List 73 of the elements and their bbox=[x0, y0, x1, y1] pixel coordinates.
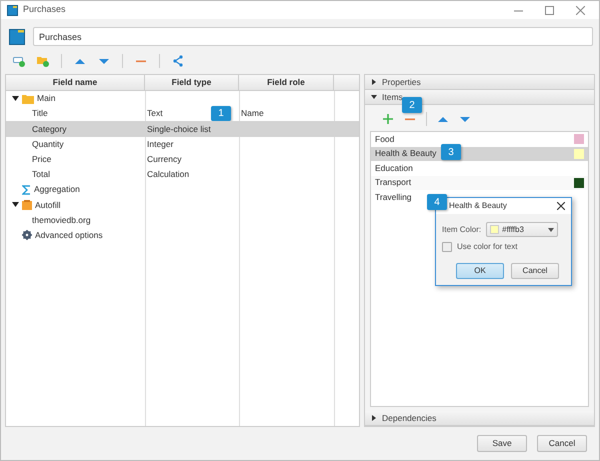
name-field[interactable]: Purchases bbox=[33, 27, 593, 46]
expand-arrow-icon[interactable] bbox=[12, 201, 19, 208]
add-folder-icon[interactable] bbox=[37, 55, 49, 67]
callout-badge: 3 bbox=[441, 144, 461, 160]
section-title: Items bbox=[382, 90, 403, 104]
color-value: #ffffb3 bbox=[502, 224, 524, 236]
expand-arrow-icon[interactable] bbox=[12, 95, 19, 102]
add-icon[interactable] bbox=[382, 113, 394, 125]
expand-arrow-icon[interactable] bbox=[371, 415, 377, 421]
table-row[interactable]: Aggregation bbox=[6, 182, 359, 198]
callout-badge: 4 bbox=[427, 194, 447, 210]
section-title: Properties bbox=[382, 76, 421, 88]
dialog-title: Health & Beauty bbox=[449, 200, 507, 212]
callout-badge: 1 bbox=[211, 106, 231, 122]
checkbox-label: Use color for text bbox=[457, 241, 518, 253]
column-header[interactable]: Field name bbox=[6, 75, 145, 91]
close-icon[interactable] bbox=[557, 202, 565, 210]
table-row[interactable]: themoviedb.org bbox=[6, 212, 359, 228]
expand-arrow-icon[interactable] bbox=[371, 79, 377, 85]
field-name[interactable]: Autofill bbox=[35, 198, 61, 212]
field-name[interactable]: Advanced options bbox=[35, 228, 103, 242]
callout-badge: 2 bbox=[402, 97, 422, 113]
color-dropdown[interactable]: #ffffb3 bbox=[486, 222, 558, 237]
table-row[interactable]: Title Text 1 Name bbox=[6, 106, 359, 122]
section-title: Dependencies bbox=[382, 412, 436, 424]
field-type: Text bbox=[147, 107, 163, 120]
table-row[interactable]: Advanced options bbox=[6, 228, 359, 243]
sigma-icon bbox=[22, 184, 31, 195]
table-row[interactable]: Category Single-choice list bbox=[6, 121, 359, 137]
table-row[interactable]: Total Calculation bbox=[6, 166, 359, 182]
table-row[interactable]: Autofill bbox=[6, 197, 359, 212]
field-type: Single-choice list bbox=[147, 122, 211, 136]
table-row[interactable]: Price Currency bbox=[6, 152, 359, 167]
expand-arrow-icon[interactable] bbox=[371, 94, 377, 100]
field-name[interactable]: Main bbox=[37, 92, 56, 105]
item-name: Education bbox=[375, 162, 413, 175]
folder-icon bbox=[22, 94, 34, 104]
field-name[interactable]: Aggregation bbox=[34, 183, 80, 196]
item-name: Food bbox=[375, 132, 394, 146]
list-item[interactable]: Food bbox=[371, 132, 588, 146]
color-label: Item Color: bbox=[442, 224, 482, 236]
item-name: Health & Beauty bbox=[375, 147, 436, 160]
field-name[interactable]: Quantity bbox=[32, 138, 64, 151]
maximize-icon[interactable] bbox=[545, 6, 554, 14]
checkbox[interactable] bbox=[442, 242, 452, 252]
add-field-icon[interactable] bbox=[13, 55, 25, 67]
cancel-button[interactable]: Cancel bbox=[511, 263, 559, 279]
autofill-icon bbox=[22, 200, 32, 210]
column-header[interactable]: Field type bbox=[145, 75, 239, 91]
app-icon bbox=[7, 4, 18, 16]
ok-button[interactable]: OK bbox=[456, 263, 504, 279]
field-name[interactable]: Category bbox=[32, 122, 66, 136]
field-type: Calculation bbox=[147, 168, 190, 181]
list-item[interactable]: Transport bbox=[371, 176, 588, 190]
field-role: Name bbox=[241, 107, 264, 120]
field-name[interactable]: Total bbox=[32, 168, 50, 181]
cancel-button[interactable]: Cancel bbox=[537, 435, 587, 452]
caret-icon bbox=[548, 228, 554, 232]
field-type: Currency bbox=[147, 152, 182, 166]
column-header[interactable]: Field role bbox=[239, 75, 334, 91]
list-item[interactable]: Education bbox=[371, 161, 588, 176]
app-icon bbox=[9, 28, 25, 44]
share-icon[interactable] bbox=[172, 55, 184, 67]
field-name[interactable]: Title bbox=[32, 107, 48, 120]
field-name[interactable]: themoviedb.org bbox=[32, 214, 91, 226]
field-type: Integer bbox=[147, 138, 174, 151]
gear-icon bbox=[22, 230, 32, 240]
field-name[interactable]: Price bbox=[32, 152, 52, 166]
table-row[interactable]: Quantity Integer bbox=[6, 136, 359, 152]
window-title: Purchases bbox=[23, 3, 66, 16]
item-name: Transport bbox=[375, 176, 412, 190]
save-button[interactable]: Save bbox=[477, 435, 527, 452]
table-row[interactable]: Main bbox=[6, 91, 359, 106]
